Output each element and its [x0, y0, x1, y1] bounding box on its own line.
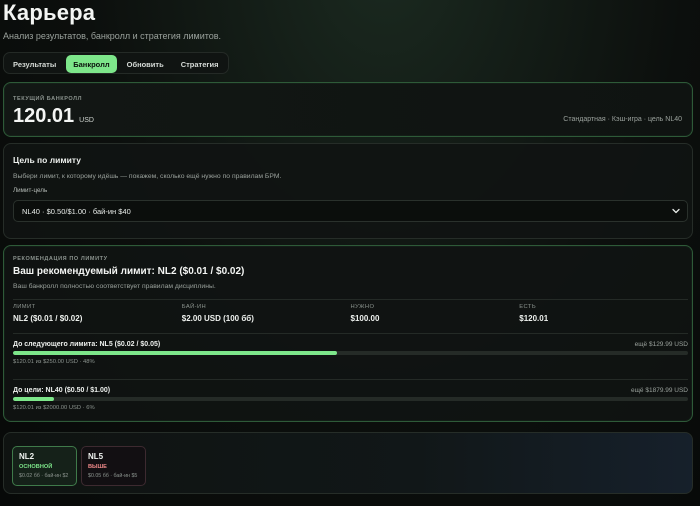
- divider: [13, 299, 688, 300]
- bankroll-currency: USD: [79, 117, 94, 124]
- limit-target-select[interactable]: NL40 · $0.50/$1.00 · бай-ин $40: [13, 200, 688, 222]
- recommendation-description: Ваш банкролл полностью соответствует пра…: [13, 283, 216, 290]
- progress-fill: [13, 351, 337, 355]
- stat-key: ЕСТЬ: [519, 304, 537, 310]
- stat-value: $120.01: [519, 314, 549, 323]
- bankroll-card: ТЕКУЩИЙ БАНКРОЛЛ 120.01 USD Стандартная …: [3, 82, 693, 137]
- stat-value: NL2 ($0.01 / $0.02): [13, 314, 83, 323]
- progress-sub: $120.01 из $2000.00 USD · 6%: [13, 405, 95, 411]
- stat-have: ЕСТЬ $120.01: [519, 304, 688, 323]
- bankroll-value: 120.01: [13, 105, 75, 127]
- progress-title: До следующего лимита: NL5 ($0.02 / $0.05…: [13, 341, 161, 348]
- target-heading: Цель по лимиту: [13, 155, 81, 165]
- progress-remaining: ещё $1879.99 USD: [630, 387, 688, 394]
- progress-bar: [13, 397, 688, 401]
- chevron-down-icon: [672, 208, 680, 214]
- recommendation-card: РЕКОМЕНДАЦИЯ ПО ЛИМИТУ Ваш рекомендуемый…: [3, 245, 693, 422]
- career-page: Карьера Анализ результатов, банкролл и с…: [0, 0, 700, 506]
- stat-value: $2.00 USD (100 бб): [181, 314, 254, 323]
- target-field-label: Лимит-цель: [13, 187, 48, 194]
- divider: [13, 333, 688, 334]
- progress-title: До цели: NL40 ($0.50 / $1.00): [13, 387, 111, 394]
- page-subtitle: Анализ результатов, банкролл и стратегия…: [3, 31, 222, 41]
- recommendation-stats: ЛИМИТ NL2 ($0.01 / $0.02) БАЙ-ИН $2.00 U…: [13, 304, 688, 323]
- limit-status: ОСНОВНОЙ: [19, 464, 53, 470]
- limit-target-value: NL40 · $0.50/$1.00 · бай-ин $40: [22, 206, 131, 216]
- tab-bar: Результаты Банкролл Обновить Стратегия: [3, 52, 229, 74]
- bankroll-label: ТЕКУЩИЙ БАНКРОЛЛ: [13, 96, 83, 102]
- tab-strategy[interactable]: Стратегия: [174, 55, 226, 73]
- bankroll-amount: 120.01 USD: [13, 105, 94, 128]
- recommendation-label: РЕКОМЕНДАЦИЯ ПО ЛИМИТУ: [13, 256, 108, 262]
- limit-meta: $0.05 бб · бай-ин $5: [88, 473, 138, 479]
- stat-buyin: БАЙ-ИН $2.00 USD (100 бб): [182, 304, 351, 323]
- progress-remaining: ещё $129.99 USD: [634, 341, 688, 348]
- limit-name: NL5: [88, 452, 104, 461]
- progress-sub: $120.01 из $250.00 USD · 48%: [13, 359, 95, 365]
- target-description: Выбери лимит, к которому идёшь — покажем…: [13, 173, 282, 180]
- recommendation-title: Ваш рекомендуемый лимит: NL2 ($0.01 / $0…: [13, 266, 245, 277]
- page-title: Карьера: [3, 0, 96, 25]
- tab-update[interactable]: Обновить: [120, 55, 171, 73]
- progress-next-limit: До следующего лимита: NL5 ($0.02 / $0.05…: [13, 341, 688, 365]
- limit-chip-nl2[interactable]: NL2 ОСНОВНОЙ $0.02 бб · бай-ин $2: [12, 446, 77, 486]
- limits-card: NL2 ОСНОВНОЙ $0.02 бб · бай-ин $2 NL5 ВЫ…: [3, 432, 693, 494]
- progress-goal: До цели: NL40 ($0.50 / $1.00) ещё $1879.…: [13, 387, 688, 411]
- progress-bar: [13, 351, 688, 355]
- stat-needed: НУЖНО $100.00: [351, 304, 520, 323]
- limit-target-card: Цель по лимиту Выбери лимит, к которому …: [3, 143, 693, 239]
- limit-meta: $0.02 бб · бай-ин $2: [19, 473, 69, 479]
- limit-status: ВЫШЕ: [88, 464, 107, 470]
- stat-limit: ЛИМИТ NL2 ($0.01 / $0.02): [13, 304, 182, 323]
- stat-key: НУЖНО: [350, 304, 375, 310]
- limit-chip-nl5[interactable]: NL5 ВЫШЕ $0.05 бб · бай-ин $5: [81, 446, 146, 486]
- divider: [13, 379, 688, 380]
- limit-name: NL2: [19, 452, 35, 461]
- stat-key: ЛИМИТ: [13, 304, 36, 310]
- progress-fill: [13, 397, 54, 401]
- bankroll-meta: Стандартная · Кэш-игра · цель NL40: [563, 116, 682, 123]
- stat-key: БАЙ-ИН: [181, 304, 207, 310]
- tab-bankroll[interactable]: Банкролл: [66, 55, 117, 73]
- stat-value: $100.00: [350, 314, 380, 323]
- tab-results[interactable]: Результаты: [6, 55, 63, 73]
